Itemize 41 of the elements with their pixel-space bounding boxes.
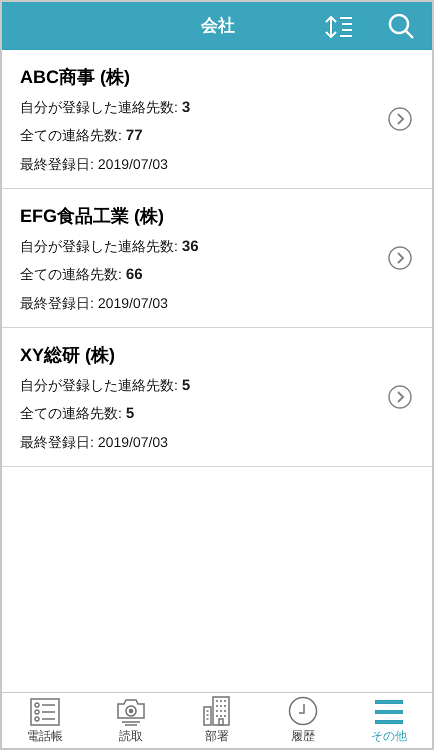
search-button[interactable] — [388, 13, 415, 40]
menu-icon — [374, 698, 404, 726]
stat-label: 自分が登録した連絡先数: — [20, 236, 178, 256]
building-icon — [203, 696, 231, 726]
stat-label: 全ての連絡先数: — [20, 265, 122, 284]
search-icon — [388, 13, 415, 40]
stat-value: 77 — [126, 126, 143, 146]
sort-icon — [324, 15, 354, 39]
stat-label: 全ての連絡先数: — [20, 404, 122, 423]
camera-icon — [116, 698, 146, 726]
list-icon — [30, 698, 60, 726]
chevron-right-icon — [388, 246, 412, 270]
company-row[interactable]: ABC商事 (株) 自分が登録した連絡先数: 3 全ての連絡先数: 77 最終登録日: 2019/07/03 — [2, 50, 432, 189]
stat-value: 2019/07/03 — [98, 432, 168, 452]
tab-bar-item[interactable]: 履歴 — [260, 693, 346, 748]
stat-value: 36 — [182, 236, 199, 256]
stat-label: 最終登録日: — [20, 294, 94, 312]
stat-value: 66 — [126, 265, 143, 285]
stat-label: 自分が登録した連絡先数: — [20, 98, 178, 116]
company-name: ABC商事 (株) — [20, 66, 131, 89]
tab-bar-item[interactable]: 読取 — [88, 693, 174, 748]
stat-value: 2019/07/03 — [98, 154, 168, 174]
tab-bar-item[interactable]: 電話帳 — [2, 693, 88, 748]
company-row[interactable]: XY総研 (株) 自分が登録した連絡先数: 5 全ての連絡先数: 5 最終登録日: 2019/07/03 — [2, 328, 432, 467]
sort-button[interactable] — [324, 15, 354, 39]
clock-icon — [288, 696, 318, 726]
stat-label: 最終登録日: — [20, 432, 94, 452]
chevron-right-icon — [388, 107, 412, 131]
company-row[interactable]: EFG食品工業 (株) 自分が登録した連絡先数: 36 全ての連絡先数: 66 最終登録日: 2019/07/03 — [2, 189, 432, 328]
stat-label: 全ての連絡先数: — [20, 126, 122, 145]
tab-bar-item[interactable]: 部署 — [174, 693, 260, 748]
stat-value: 5 — [182, 376, 190, 396]
company-name: XY総研 (株) — [20, 344, 116, 367]
stat-value: 3 — [182, 98, 190, 118]
stat-label: 最終登録日: — [20, 154, 94, 174]
company-name: EFG食品工業 (株) — [20, 204, 165, 228]
chevron-right-icon — [388, 385, 412, 409]
stat-value: 2019/07/03 — [98, 294, 168, 312]
stat-label: 自分が登録した連絡先数: — [20, 376, 178, 394]
header-title: 会社 — [201, 15, 235, 38]
stat-value: 5 — [126, 404, 134, 424]
